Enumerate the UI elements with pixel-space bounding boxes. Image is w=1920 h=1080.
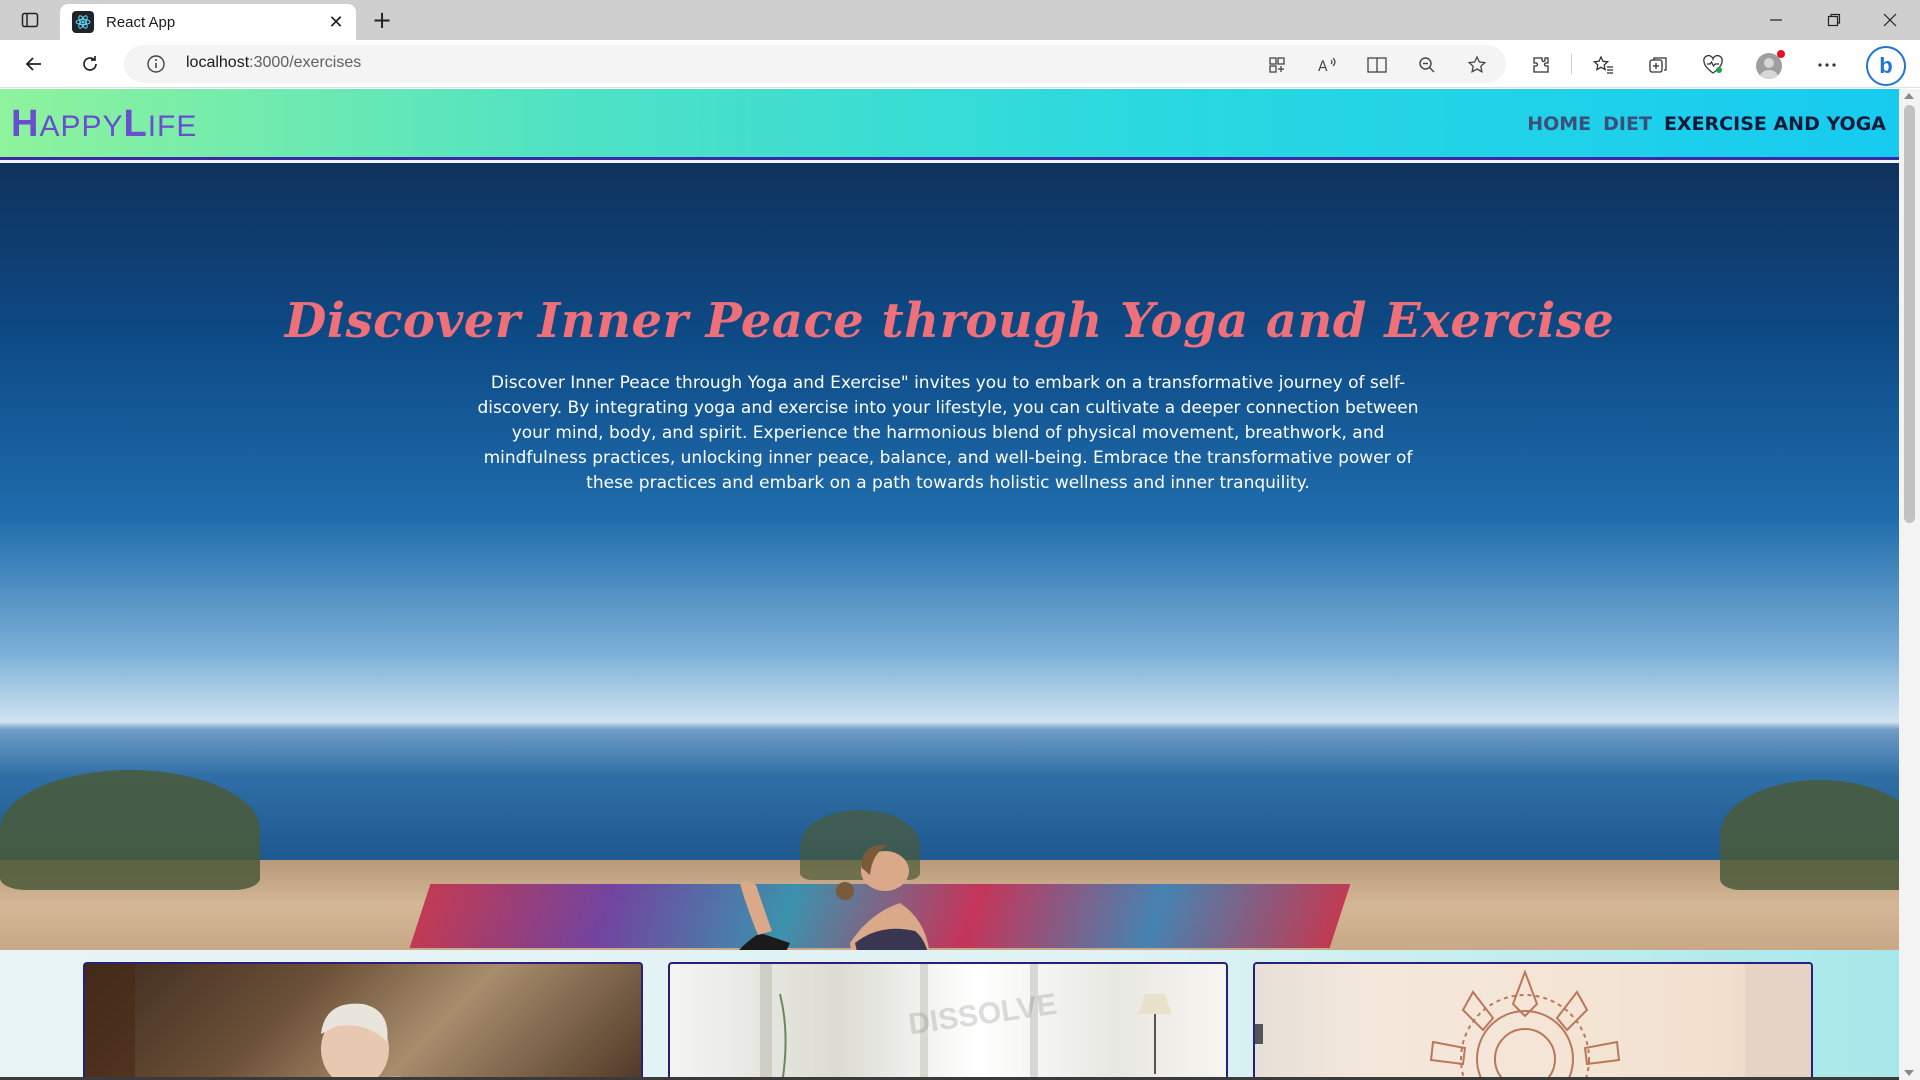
bing-copilot-icon[interactable]: b [1866, 46, 1906, 86]
tab-close-icon[interactable]: ✕ [326, 12, 346, 33]
exercise-cards-section: DISSOLVE [0, 950, 1899, 1080]
nav-link-exercise-and-yoga[interactable]: EXERCISE AND YOGA [1664, 113, 1886, 135]
favorite-star-icon[interactable] [1466, 54, 1488, 76]
hero-shrub-right [1720, 780, 1899, 890]
exercise-card-1[interactable] [83, 962, 643, 1080]
back-arrow-icon[interactable] [18, 48, 50, 80]
address-bar[interactable]: localhost:3000/exercises A [124, 45, 1506, 83]
browser-essentials-icon[interactable] [1700, 52, 1726, 78]
exercise-card-2[interactable]: DISSOLVE [668, 962, 1228, 1080]
notification-dot [1777, 50, 1785, 58]
logo-text-ife: IFE [147, 110, 198, 143]
browser-tab-active[interactable]: React App ✕ [60, 4, 356, 40]
tab-title: React App [106, 13, 176, 31]
svg-text:A: A [1318, 59, 1328, 74]
site-info-icon[interactable] [146, 54, 166, 74]
restore-icon[interactable] [1806, 0, 1862, 40]
nav-link-diet[interactable]: DIET [1603, 113, 1652, 135]
read-aloud-icon[interactable]: A [1316, 54, 1338, 76]
minimize-icon[interactable] [1748, 0, 1804, 40]
hero-description: Discover Inner Peace through Yoga and Ex… [477, 373, 1419, 493]
collections-icon[interactable] [1645, 52, 1671, 78]
mandala-wall-photo [1255, 964, 1811, 1080]
page-viewport: HAPPYLIFE HOME DIET EXERCISE AND YOGA Di… [0, 89, 1899, 1080]
url-host: localhost [186, 54, 250, 71]
site-navbar: HAPPYLIFE HOME DIET EXERCISE AND YOGA [0, 89, 1899, 160]
tab-actions-icon[interactable] [12, 8, 48, 32]
logo-text-appy: APPY [39, 110, 124, 143]
refresh-icon[interactable] [74, 48, 106, 80]
site-logo[interactable]: HAPPYLIFE [11, 103, 197, 146]
scroll-thumb[interactable] [1904, 105, 1915, 523]
zoom-out-icon[interactable] [1416, 54, 1438, 76]
site-nav-menu: HOME DIET EXERCISE AND YOGA [1527, 113, 1886, 135]
app-available-icon[interactable] [1266, 54, 1288, 76]
page-scrollbar[interactable] [1899, 89, 1920, 1080]
close-window-icon[interactable] [1862, 0, 1918, 40]
nav-link-home[interactable]: HOME [1527, 113, 1591, 135]
exercise-card-3[interactable] [1253, 962, 1813, 1080]
hero-title: Discover Inner Peace through Yoga and Ex… [284, 293, 1615, 349]
browser-tab-strip: React App ✕ + [0, 0, 1920, 40]
hero-yoga-figure [739, 844, 930, 950]
more-options-icon[interactable] [1814, 52, 1840, 78]
immersive-reader-icon[interactable] [1366, 54, 1388, 76]
hero-shrub-left [0, 770, 260, 890]
url-text[interactable]: localhost:3000/exercises [186, 54, 361, 72]
favorites-icon[interactable] [1590, 52, 1616, 78]
hero-banner: Discover Inner Peace through Yoga and Ex… [0, 163, 1899, 950]
logo-letter-l: L [123, 103, 148, 145]
scroll-up-arrow-icon[interactable] [1904, 93, 1914, 99]
react-favicon-icon [72, 11, 94, 33]
toolbar-separator [1571, 54, 1572, 74]
extensions-icon[interactable] [1528, 52, 1554, 78]
new-tab-button[interactable]: + [368, 6, 396, 34]
older-woman-yoga-photo [85, 964, 426, 1080]
browser-toolbar: localhost:3000/exercises A b [0, 40, 1920, 88]
scroll-down-arrow-icon[interactable] [1904, 1070, 1914, 1076]
logo-letter-h: H [11, 103, 40, 145]
url-path: :3000/exercises [249, 54, 362, 71]
